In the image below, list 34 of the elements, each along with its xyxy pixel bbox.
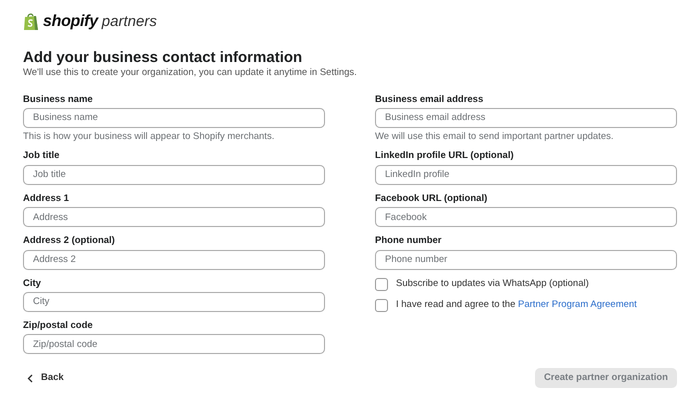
logo-product: partners: [102, 12, 157, 31]
text-field[interactable]: Address 2: [23, 250, 325, 270]
text-field[interactable]: Business name: [23, 108, 325, 128]
text-field[interactable]: Address: [23, 207, 325, 228]
field-label: Address 1: [23, 192, 70, 204]
text-field[interactable]: Business email address: [375, 108, 677, 128]
field-label: Phone number: [375, 235, 443, 247]
shopping-bag-icon: [23, 12, 39, 31]
help-text: We will use this email to send important partner updates.: [375, 130, 614, 142]
field-label: LinkedIn profile URL (optional): [375, 150, 515, 162]
text-field[interactable]: Job title: [23, 164, 325, 185]
checkbox[interactable]: [375, 278, 388, 291]
field-label: City: [23, 278, 42, 289]
text-field[interactable]: Facebook: [375, 207, 677, 228]
text-field[interactable]: LinkedIn profile: [375, 164, 677, 185]
back-button[interactable]: Back: [23, 370, 68, 386]
checkbox-label: Subscribe to updates via WhatsApp (optional): [396, 278, 589, 290]
text-field[interactable]: Zip/postal code: [23, 334, 325, 354]
field-label: Zip/postal code: [23, 320, 94, 332]
checkbox-label: I have read and agree to the Partner Program Agreement: [396, 299, 637, 311]
chevron-left-icon: [27, 374, 33, 382]
text-field[interactable]: City: [23, 292, 325, 312]
field-label: Facebook URL (optional): [375, 192, 488, 204]
help-text: This is how your business will appear to Shopify merchants.: [23, 130, 276, 142]
page-title: Add your business contact information: [23, 49, 304, 68]
field-label: Business name: [23, 94, 94, 105]
checkbox[interactable]: [375, 298, 388, 312]
field-label: Address 2 (optional): [23, 235, 116, 247]
field-label: Business email address: [375, 94, 484, 105]
page-subtitle: We'll use this to create your organization, you can update it anytime in Settings.: [23, 67, 358, 79]
field-label: Job title: [23, 150, 60, 162]
agreement-link[interactable]: Partner Program Agreement: [518, 299, 637, 310]
logo-wordmark: shopify: [43, 12, 98, 32]
text-field[interactable]: Phone number: [375, 250, 677, 270]
